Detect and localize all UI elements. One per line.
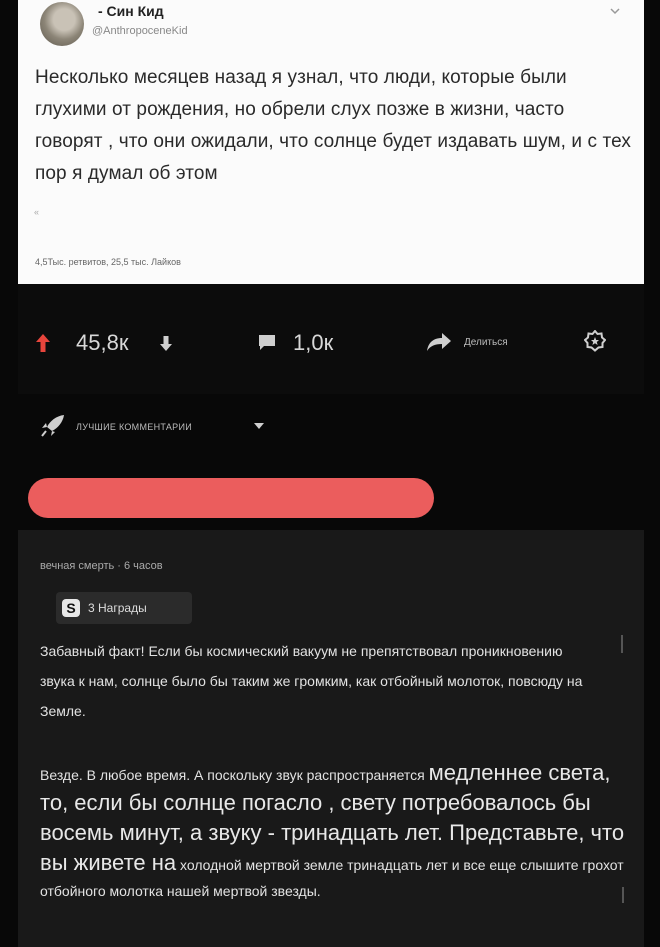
comment-paragraph-2: Везде. В любое время. А поскольку звук р… xyxy=(40,758,640,904)
rocket-icon xyxy=(41,415,64,437)
comment-icon[interactable] xyxy=(258,334,276,351)
tweet-text: Несколько месяцев назад я узнал, что люд… xyxy=(35,67,631,184)
awards-badge-icon: S xyxy=(62,599,80,617)
post-action-bar: 45,8к 1,0к Делиться xyxy=(18,284,644,394)
awards-badge[interactable]: S 3 Награды xyxy=(56,592,192,624)
comment-meta[interactable]: вечная смерть · 6 часов xyxy=(40,560,163,572)
comment-paragraph-1: Забавный факт! Если бы космический вакуу… xyxy=(40,643,583,719)
chevron-down-icon[interactable] xyxy=(254,422,264,430)
vote-count: 45,8к xyxy=(76,330,129,355)
share-icon[interactable] xyxy=(426,332,452,352)
text-cursor-mark xyxy=(622,887,624,903)
author-name[interactable]: - Син Кид xyxy=(98,3,164,19)
comment-paragraph-2-start: Везде. В любое время. А поскольку звук р… xyxy=(40,767,425,783)
tweet-mark: « xyxy=(34,207,40,217)
tweet-card: - Син Кид @AnthropoceneKid Несколько мес… xyxy=(18,0,644,284)
text-cursor-mark xyxy=(621,635,623,653)
award-icon[interactable] xyxy=(584,330,606,352)
avatar[interactable] xyxy=(40,2,84,46)
sort-selector[interactable]: ЛУЧШИЕ КОММЕНТАРИИ xyxy=(40,414,300,440)
share-button[interactable]: Делиться xyxy=(464,337,508,348)
awards-label: 3 Награды xyxy=(88,601,147,615)
sort-label: ЛУЧШИЕ КОММЕНТАРИИ xyxy=(76,422,193,432)
redacted-username xyxy=(28,478,434,518)
downvote-arrow-icon[interactable] xyxy=(160,336,172,351)
comment-card: вечная смерть · 6 часов S 3 Награды Заба… xyxy=(18,530,644,947)
upvote-arrow-icon[interactable] xyxy=(36,334,50,352)
author-handle[interactable]: @AnthropoceneKid xyxy=(92,25,188,37)
tweet-stats: 4,5Тыс. ретвитов, 25,5 тыс. Лайков xyxy=(35,257,181,267)
comment-count: 1,0к xyxy=(293,330,334,355)
chevron-down-icon[interactable] xyxy=(608,4,622,18)
